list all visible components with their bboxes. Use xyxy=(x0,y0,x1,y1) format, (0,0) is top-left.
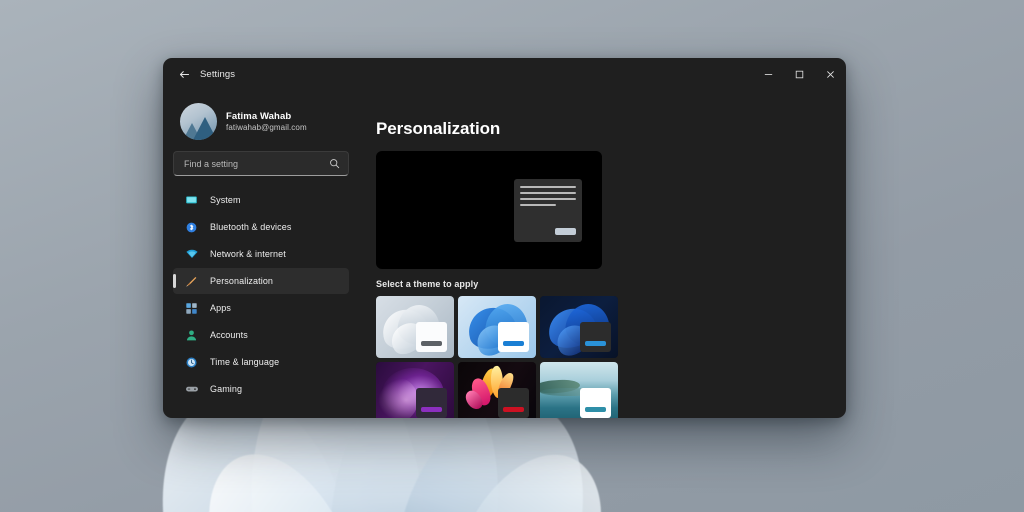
sidebar-item-network-internet[interactable]: Network & internet xyxy=(173,241,349,267)
maximize-button[interactable] xyxy=(784,58,815,91)
preview-accent-button xyxy=(555,228,576,235)
theme-accent-bar xyxy=(585,407,606,412)
sidebar-item-gaming[interactable]: Gaming xyxy=(173,376,349,402)
caption-button-group xyxy=(753,58,846,91)
sidebar-item-label: Apps xyxy=(210,303,231,313)
avatar[interactable] xyxy=(180,102,217,140)
search-input[interactable] xyxy=(184,158,329,169)
theme-card-mockup xyxy=(416,388,447,418)
account-name: Fatima Wahab xyxy=(226,110,292,122)
theme-tile-glow-purple-theme[interactable] xyxy=(376,362,454,418)
preview-line xyxy=(520,192,576,194)
preview-window-mockup xyxy=(514,179,582,242)
account-text: Fatima Wahab fatiwahab@gmail.com xyxy=(226,111,307,132)
wifi-icon xyxy=(184,247,199,262)
sidebar-item-personalization[interactable]: Personalization xyxy=(173,268,349,294)
sidebar-item-label: Time & language xyxy=(210,357,280,367)
paintbrush-icon xyxy=(184,274,199,289)
theme-tile-captured-motion-theme[interactable] xyxy=(540,362,618,418)
sidebar-item-label: Gaming xyxy=(210,384,243,394)
theme-grid xyxy=(376,296,846,418)
theme-accent-bar xyxy=(503,341,524,346)
sidebar-item-label: Bluetooth & devices xyxy=(210,222,292,232)
theme-card-mockup xyxy=(498,322,529,352)
theme-tile-windows-blue-bloom[interactable] xyxy=(458,296,536,358)
sidebar-nav: System Bluetooth & devices Network & int… xyxy=(173,187,349,402)
minimize-button[interactable] xyxy=(753,58,784,91)
theme-tile-windows-dark-bloom[interactable] xyxy=(540,296,618,358)
sidebar-item-apps[interactable]: Apps xyxy=(173,295,349,321)
sidebar-item-label: Accounts xyxy=(210,330,248,340)
theme-tile-windows-light-bloom[interactable] xyxy=(376,296,454,358)
gamepad-icon xyxy=(184,382,199,397)
search-box[interactable] xyxy=(173,151,349,176)
sidebar-item-label: System xyxy=(210,195,241,205)
back-button[interactable] xyxy=(171,64,197,86)
theme-accent-bar xyxy=(421,407,442,412)
theme-card-mockup xyxy=(416,322,447,352)
theme-tile-flow-colorful-theme[interactable] xyxy=(458,362,536,418)
section-label: Select a theme to apply xyxy=(376,279,479,289)
avatar-shape-right xyxy=(193,116,217,140)
window-title: Settings xyxy=(200,69,236,80)
sidebar-item-accounts[interactable]: Accounts xyxy=(173,322,349,348)
page-title: Personalization xyxy=(376,119,501,138)
sidebar-item-label: Network & internet xyxy=(210,249,286,259)
window-body: Fatima Wahab fatiwahab@gmail.com Find a … xyxy=(163,91,846,418)
theme-card-mockup xyxy=(498,388,529,418)
sidebar-item-bluetooth-devices[interactable]: Bluetooth & devices xyxy=(173,214,349,240)
bluetooth-icon xyxy=(184,220,199,235)
maximize-icon xyxy=(795,70,804,79)
preview-line xyxy=(520,204,556,206)
minimize-icon xyxy=(764,74,773,75)
settings-window: Settings Fatima Wahab fatiwahab@gmail.co… xyxy=(163,58,846,418)
close-icon xyxy=(827,71,834,78)
window-titlebar: Settings xyxy=(163,58,846,91)
search-icon xyxy=(329,158,340,169)
preview-line xyxy=(520,198,576,200)
theme-accent-bar xyxy=(421,341,442,346)
main-content: Personalization Select a theme to apply xyxy=(359,91,846,418)
person-icon xyxy=(184,328,199,343)
account-block[interactable]: Fatima Wahab fatiwahab@gmail.com xyxy=(173,91,349,145)
account-email: fatiwahab@gmail.com xyxy=(226,122,307,132)
sidebar-item-label: Personalization xyxy=(210,276,274,286)
apps-icon xyxy=(184,301,199,316)
theme-card-mockup xyxy=(580,388,611,418)
sidebar-item-system[interactable]: System xyxy=(173,187,349,213)
sidebar-item-time-language[interactable]: Time & language xyxy=(173,349,349,375)
theme-preview xyxy=(376,151,602,269)
close-button[interactable] xyxy=(815,58,846,91)
theme-accent-bar xyxy=(503,407,524,412)
sidebar: Fatima Wahab fatiwahab@gmail.com Find a … xyxy=(163,91,359,418)
theme-card-mockup xyxy=(580,322,611,352)
back-arrow-icon xyxy=(179,71,189,78)
clock-icon xyxy=(184,355,199,370)
theme-accent-bar xyxy=(585,341,606,346)
monitor-icon xyxy=(184,193,199,208)
preview-line xyxy=(520,186,576,188)
